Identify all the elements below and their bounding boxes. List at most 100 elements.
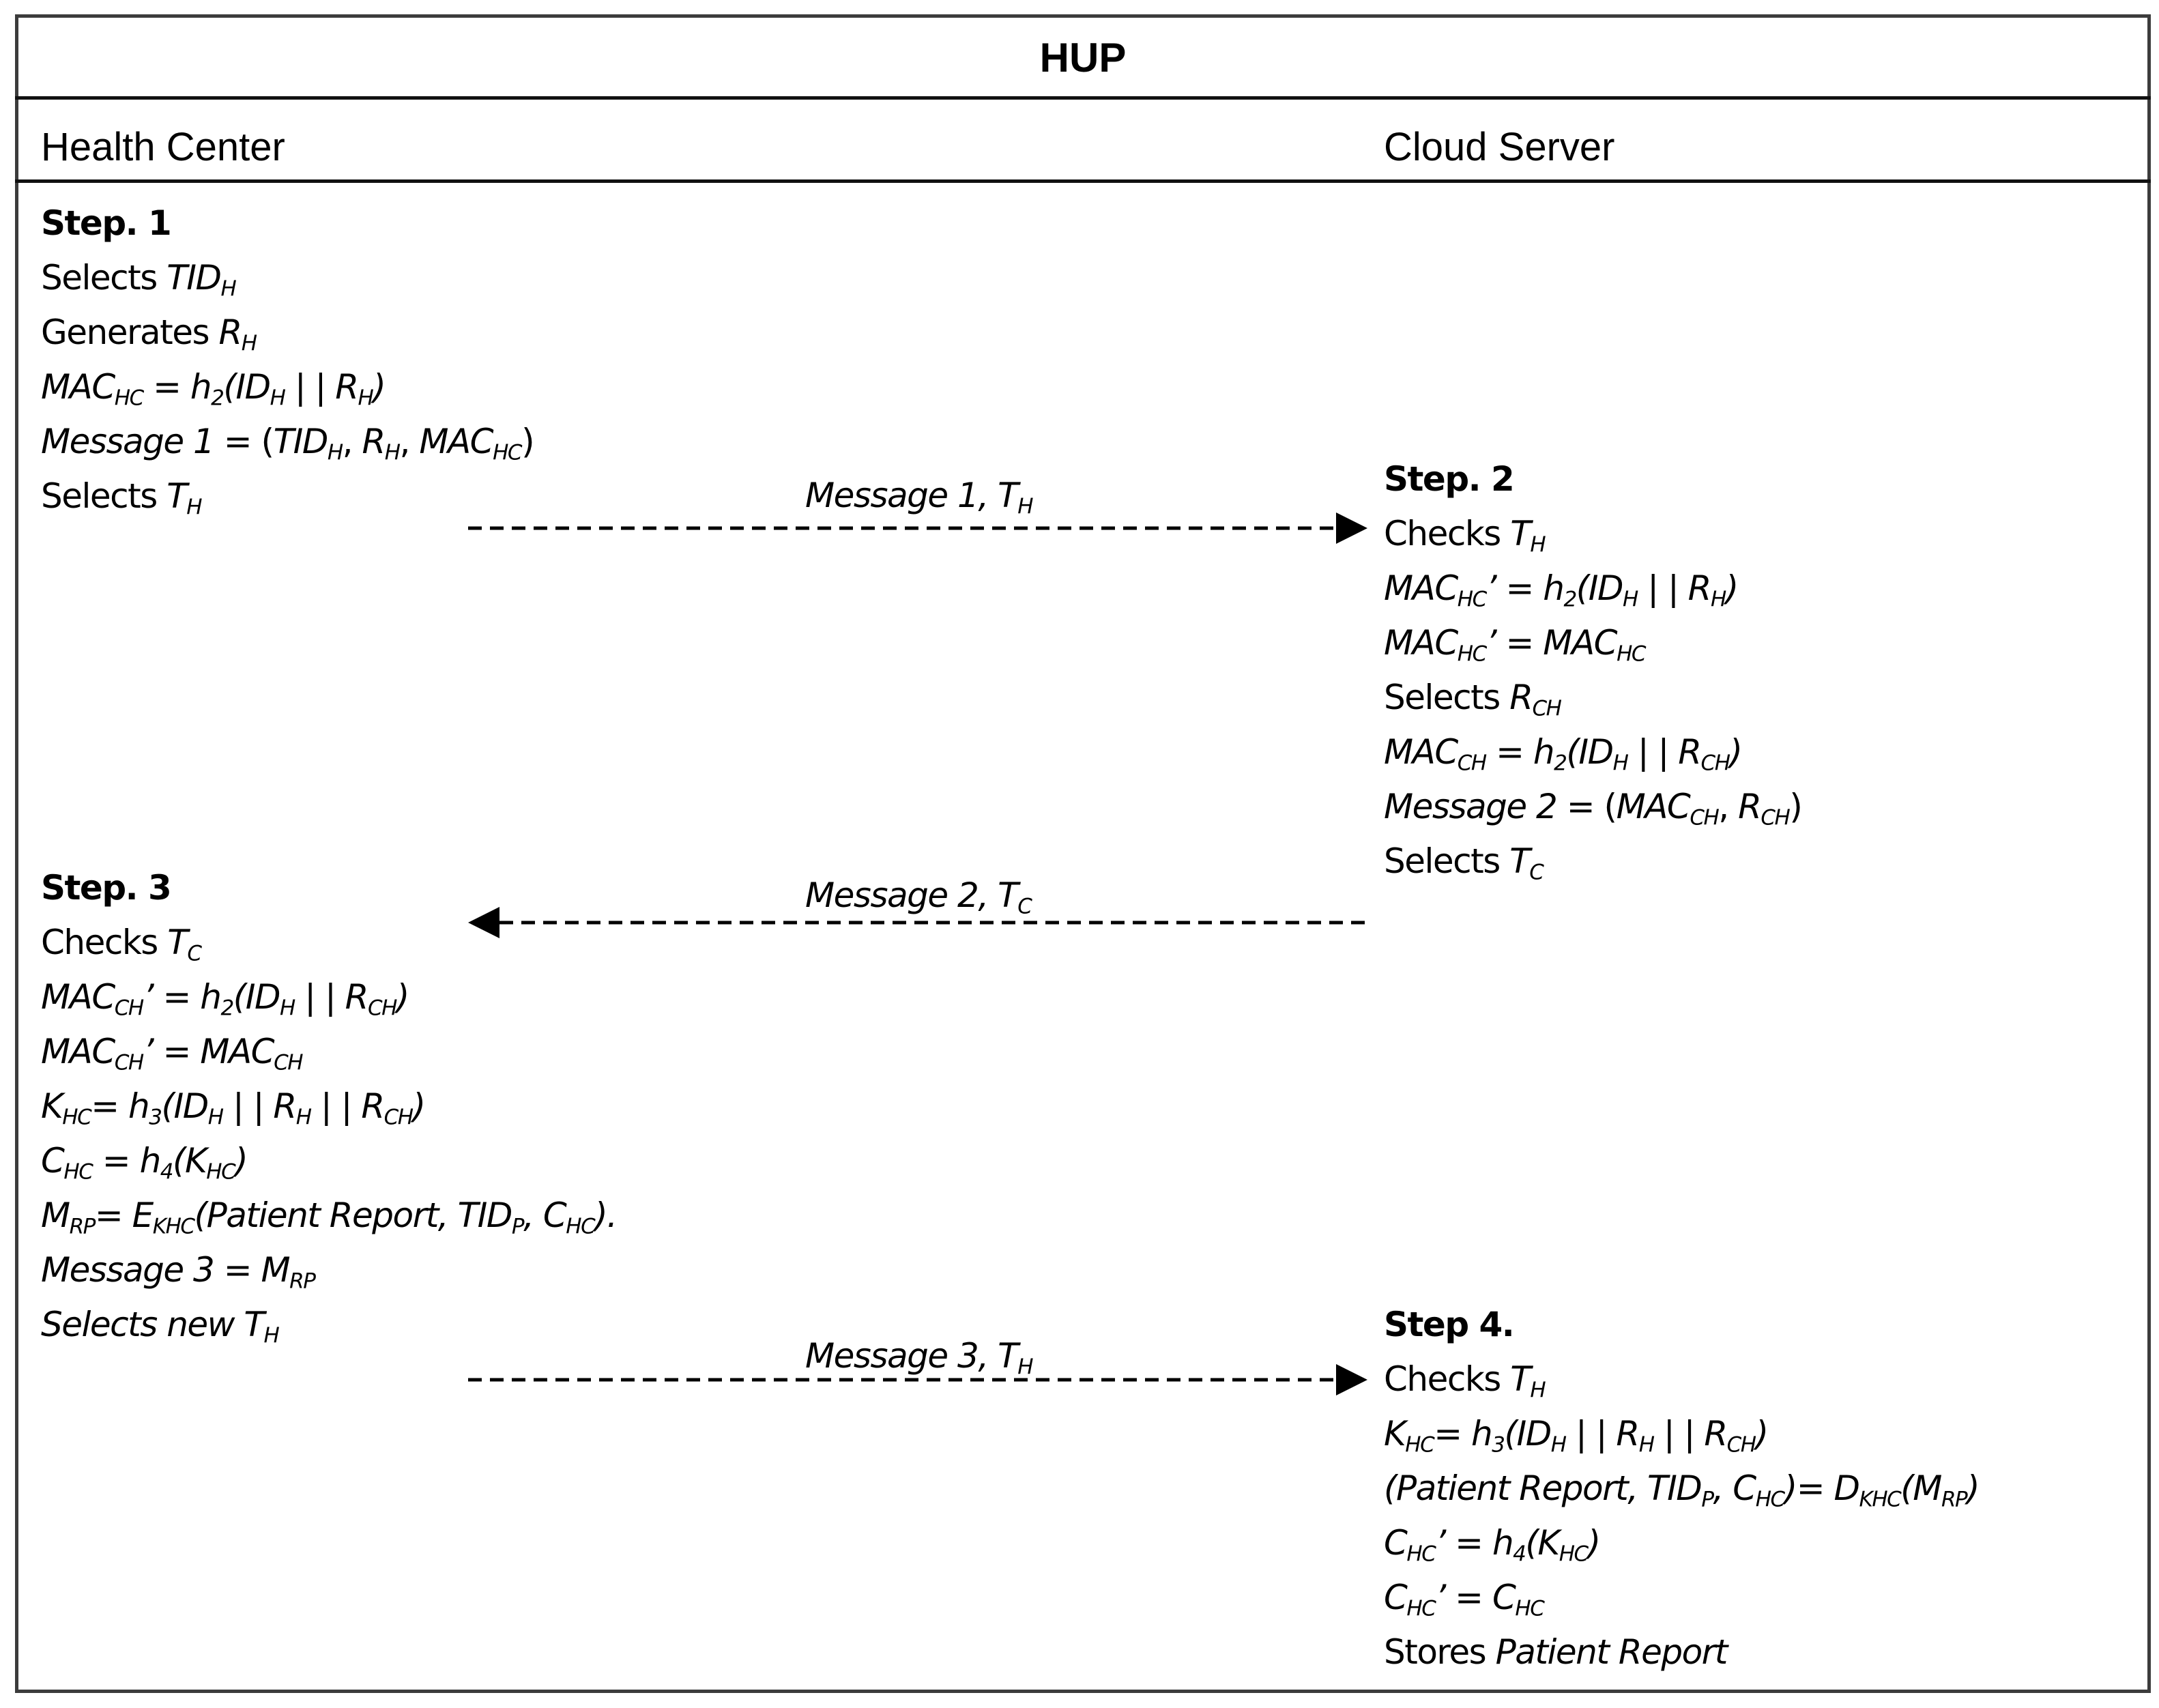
subscript: H: [263, 1323, 279, 1348]
subscript: HC: [1755, 1487, 1785, 1512]
step1-line: Message 1 = (TIDH, RH, MACHC): [41, 414, 535, 469]
text-run: ): [1729, 732, 1743, 772]
subscript: P: [511, 1214, 525, 1239]
subscript: H: [1530, 1378, 1546, 1403]
subscript: H: [1017, 494, 1033, 519]
subscript: H: [295, 1105, 312, 1130]
text-run: Selects: [41, 258, 167, 298]
text-run: ): [396, 977, 410, 1017]
text-run: )= D: [1784, 1468, 1860, 1508]
subscript: 2: [220, 996, 235, 1021]
text-run: MAC: [1384, 732, 1458, 772]
step4-line: Checks TH: [1384, 1352, 1979, 1406]
text-run: C: [41, 1141, 65, 1181]
text-run: Checks: [1384, 514, 1511, 553]
step3-line: MACCH’ = h2(IDH | | RCH): [41, 970, 617, 1024]
text-run: T: [167, 923, 188, 962]
text-run: ’ = MAC: [1486, 623, 1618, 663]
text-run: Message 3, T: [805, 1336, 1019, 1376]
message-1-label: Message 1, TH: [805, 475, 1033, 519]
subscript: H: [1710, 587, 1726, 612]
subscript: HC: [566, 1214, 595, 1239]
step2-line: Selects TC: [1384, 834, 1801, 888]
step1-line: MACHC = h2(IDH | | RH): [41, 360, 534, 414]
text-run: | | R: [1565, 1414, 1640, 1453]
subscript: KHC: [1859, 1487, 1901, 1512]
text-run: Selects new T: [41, 1305, 265, 1344]
subscript: 2: [1554, 751, 1567, 776]
text-run: MAC: [41, 1032, 115, 1071]
text-run: MAC: [1384, 623, 1458, 663]
text-run: = (: [1556, 787, 1617, 826]
text-run: C: [1384, 1523, 1408, 1563]
subscript: H: [270, 386, 286, 411]
subscript: HC: [1617, 641, 1646, 667]
step4-line: CHC’ = h4(KHC): [1384, 1516, 1979, 1570]
subscript: HC: [1457, 587, 1487, 612]
text-run: ): [1789, 787, 1803, 826]
text-run: MAC: [41, 977, 115, 1017]
subscript: H: [207, 1105, 224, 1130]
step1-line: Generates RH: [41, 305, 534, 360]
step-4-block: Step 4. Checks TH KHC= h3(IDH | | RH | | R…: [1384, 1297, 1980, 1679]
text-run: MAC: [1616, 787, 1691, 826]
subscript: CH: [274, 1050, 303, 1075]
text-run: | | R: [285, 367, 359, 407]
text-run: ’ = h: [1435, 1523, 1513, 1563]
text-run: (ID: [223, 367, 271, 407]
text-run: ’ = h: [1486, 568, 1565, 608]
text-run: Message 2: [1384, 787, 1558, 826]
text-run: ).: [594, 1196, 618, 1235]
text-run: (ID: [1504, 1414, 1552, 1453]
subscript: HC: [1406, 1596, 1436, 1621]
text-run: Message 1: [41, 422, 215, 461]
step3-line: Checks TC: [41, 915, 617, 970]
step2-line: Selects RCH: [1384, 670, 1801, 725]
message-2-label: Message 2, TC: [805, 875, 1032, 917]
text-run: T: [1510, 514, 1531, 553]
subscript: HC: [1406, 1541, 1436, 1567]
subscript: RP: [69, 1214, 96, 1239]
text-run: ’ = h: [143, 977, 222, 1017]
subscript: CH: [367, 996, 397, 1021]
text-run: = h: [143, 367, 212, 407]
header-divider: [15, 179, 2151, 183]
subscript: CH: [114, 996, 144, 1021]
text-run: ): [235, 1141, 248, 1181]
text-run: Selects: [1384, 678, 1510, 717]
subscript: H: [1612, 751, 1629, 776]
text-run: ): [1587, 1523, 1602, 1563]
step4-line: KHC= h3(IDH | | RH | | RCH): [1384, 1406, 1979, 1461]
subscript: RP: [289, 1269, 316, 1294]
subscript: CH: [1532, 696, 1561, 721]
text-run: = (: [214, 422, 274, 461]
text-run: = h: [1434, 1414, 1492, 1453]
step2-heading: Step. 2: [1384, 459, 1515, 499]
text-run: (ID: [161, 1086, 209, 1126]
subscript: C: [187, 941, 202, 966]
subscript: HC: [1515, 1596, 1544, 1621]
text-run: (ID: [1566, 732, 1614, 772]
subscript: H: [327, 440, 343, 465]
text-run: (K: [1525, 1523, 1560, 1563]
text-run: ,: [342, 422, 362, 461]
text-run: R: [1738, 787, 1762, 826]
text-run: (K: [173, 1141, 207, 1181]
message-3-label: Message 3, TH: [805, 1335, 1033, 1380]
text-run: ,: [1718, 787, 1739, 826]
subscript: P: [1701, 1487, 1714, 1512]
subscript: HC: [1457, 641, 1487, 667]
step2-line: MACHC’ = h2(IDH | | RH): [1384, 561, 1801, 616]
subscript: CH: [1760, 805, 1790, 830]
step-2-block: Step. 2 Checks TH MACHC’ = h2(IDH | | RH) M…: [1384, 452, 1803, 888]
text-run: (ID: [233, 977, 281, 1017]
text-run: K: [41, 1086, 63, 1126]
text-run: MAC: [41, 367, 115, 407]
subscript: H: [1017, 1355, 1033, 1380]
subscript: HC: [493, 440, 522, 465]
subscript: H: [1623, 587, 1638, 612]
step3-line: KHC= h3(IDH | | RH | | RCH): [41, 1079, 617, 1133]
text-run: R: [362, 422, 386, 461]
step3-line: Message 3 = MRP: [41, 1243, 617, 1297]
subscript: H: [220, 276, 237, 302]
